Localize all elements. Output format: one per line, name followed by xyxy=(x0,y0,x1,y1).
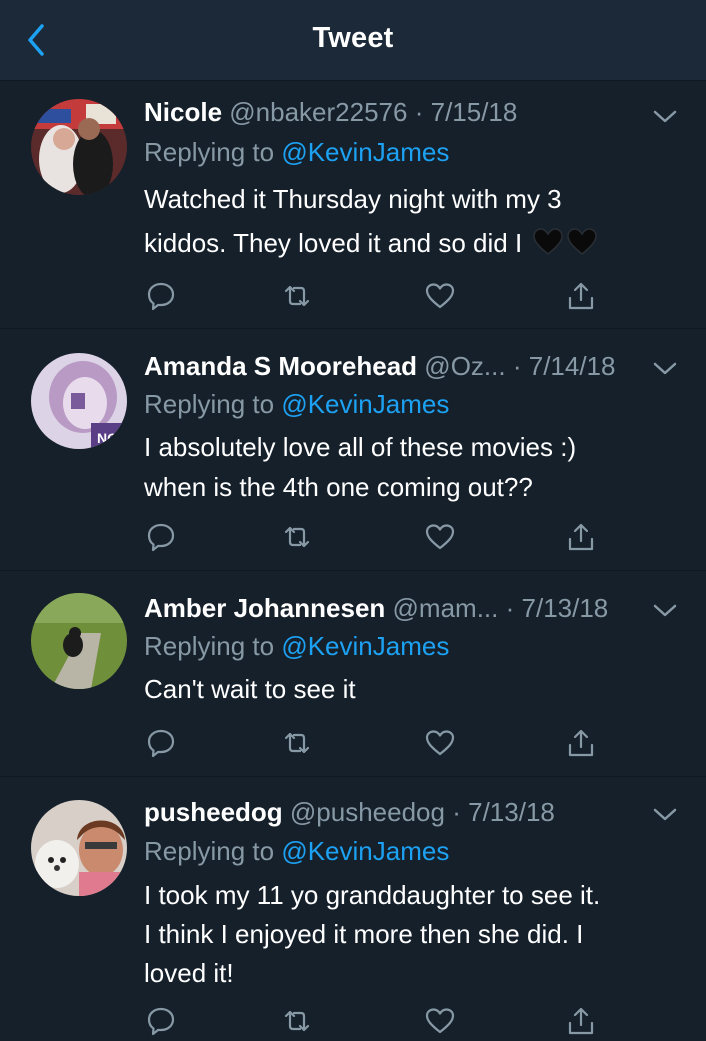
replying-label: Replying to xyxy=(144,389,275,419)
tweet-header: pusheedog @pusheedog · 7/13/18 xyxy=(144,795,646,829)
black-heart-icon xyxy=(567,228,598,255)
replying-to: Replying to @KevinJames xyxy=(144,834,449,868)
avatar[interactable] xyxy=(31,800,127,896)
display-name[interactable]: pusheedog xyxy=(144,797,283,827)
mention-link[interactable]: @KevinJames xyxy=(281,389,449,419)
user-handle[interactable]: @Oz... xyxy=(424,351,505,381)
tweet-text-line: Can't wait to see it xyxy=(144,674,356,704)
page-title: Tweet xyxy=(312,22,394,54)
retweet-icon[interactable] xyxy=(282,522,312,552)
reply-icon[interactable] xyxy=(146,522,176,552)
tweet-header: Nicole @nbaker22576 · 7/15/18 xyxy=(144,95,646,129)
tweet-text-line: when is the 4th one coming out?? xyxy=(144,472,533,502)
reply-icon[interactable] xyxy=(146,281,176,311)
tweet-text-line: I took my 11 yo granddaughter to see it. xyxy=(144,880,601,910)
avatar[interactable] xyxy=(31,99,127,195)
tweet-reply[interactable]: NO Amanda S Moorehead @Oz... · 7/14/18 R… xyxy=(0,329,706,571)
user-handle[interactable]: @nbaker22576 xyxy=(229,97,407,127)
tweet-date: 7/15/18 xyxy=(430,97,518,127)
tweet-text: Can't wait to see it xyxy=(144,669,684,709)
replying-to: Replying to @KevinJames xyxy=(144,135,449,169)
replying-to: Replying to @KevinJames xyxy=(144,629,449,663)
replying-label: Replying to xyxy=(144,836,275,866)
separator: · xyxy=(505,593,515,623)
tweet-text-line: Watched it Thursday night with my 3 xyxy=(144,184,562,214)
tweet-actions xyxy=(144,522,594,554)
separator: · xyxy=(452,797,461,827)
retweet-icon[interactable] xyxy=(282,1006,312,1036)
share-icon[interactable] xyxy=(566,281,596,311)
separator: · xyxy=(414,97,424,127)
chevron-down-icon[interactable] xyxy=(652,807,678,823)
tweet-text: I absolutely love all of these movies :)… xyxy=(144,427,684,507)
like-icon[interactable] xyxy=(425,1006,455,1036)
replying-label: Replying to xyxy=(144,631,275,661)
tweet-text: Watched it Thursday night with my 3 kidd… xyxy=(144,177,684,265)
tweet-actions xyxy=(144,728,594,760)
share-icon[interactable] xyxy=(566,522,596,552)
avatar[interactable] xyxy=(31,593,127,689)
tweet-text-line: I absolutely love all of these movies :) xyxy=(144,432,577,462)
tweet-text-line: kiddos. They loved it and so did I xyxy=(144,228,523,258)
share-icon[interactable] xyxy=(566,1006,596,1036)
mention-link[interactable]: @KevinJames xyxy=(281,836,449,866)
display-name[interactable]: Nicole xyxy=(144,97,222,127)
tweet-actions xyxy=(144,1006,594,1038)
tweet-date: 7/13/18 xyxy=(468,797,555,827)
chevron-down-icon[interactable] xyxy=(652,109,678,125)
replying-label: Replying to xyxy=(144,137,275,167)
chevron-down-icon[interactable] xyxy=(652,361,678,377)
share-icon[interactable] xyxy=(566,728,596,758)
user-handle[interactable]: @pusheedog xyxy=(290,797,445,827)
like-icon[interactable] xyxy=(425,281,455,311)
retweet-icon[interactable] xyxy=(282,281,312,311)
display-name[interactable]: Amanda S Moorehead xyxy=(144,351,417,381)
like-icon[interactable] xyxy=(425,522,455,552)
separator: · xyxy=(512,351,522,381)
like-icon[interactable] xyxy=(425,728,455,758)
tweet-text-line: I think I enjoyed it more then she did. … xyxy=(144,919,584,949)
tweet-date: 7/13/18 xyxy=(521,593,609,623)
mention-link[interactable]: @KevinJames xyxy=(281,137,449,167)
user-handle[interactable]: @mam... xyxy=(393,593,499,623)
tweet-text-line: loved it! xyxy=(144,958,234,988)
display-name[interactable]: Amber Johannesen xyxy=(144,593,385,623)
replying-to: Replying to @KevinJames xyxy=(144,387,449,421)
chevron-down-icon[interactable] xyxy=(652,603,678,619)
tweet-header: Amber Johannesen @mam... · 7/13/18 xyxy=(144,591,646,625)
tweet-text: I took my 11 yo granddaughter to see it.… xyxy=(144,876,684,993)
svg-text:NO: NO xyxy=(97,430,118,446)
reply-icon[interactable] xyxy=(146,1006,176,1036)
tweet-reply[interactable]: pusheedog @pusheedog · 7/13/18 Replying … xyxy=(0,777,706,1036)
tweet-date: 7/14/18 xyxy=(528,351,616,381)
avatar[interactable]: NO xyxy=(31,353,127,449)
tweet-header: Amanda S Moorehead @Oz... · 7/14/18 xyxy=(144,349,646,383)
tweet-reply[interactable]: Nicole @nbaker22576 · 7/15/18 Replying t… xyxy=(0,81,706,329)
navigation-bar: Tweet xyxy=(0,0,706,81)
reply-icon[interactable] xyxy=(146,728,176,758)
tweet-reply[interactable]: Amber Johannesen @mam... · 7/13/18 Reply… xyxy=(0,571,706,777)
black-heart-icon xyxy=(533,228,564,255)
mention-link[interactable]: @KevinJames xyxy=(281,631,449,661)
retweet-icon[interactable] xyxy=(282,728,312,758)
tweet-actions xyxy=(144,281,594,313)
